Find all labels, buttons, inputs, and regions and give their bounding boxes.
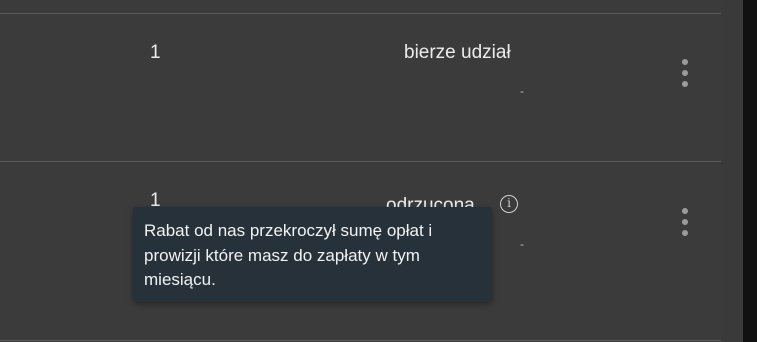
detail-cell: - — [520, 237, 524, 251]
kebab-menu-icon-dot — [682, 70, 688, 76]
detail-cell: - — [520, 84, 524, 98]
row-menu-button[interactable] — [678, 206, 692, 242]
kebab-menu-icon — [682, 208, 688, 214]
row-divider — [0, 340, 721, 341]
kebab-menu-icon-dot — [682, 230, 688, 236]
tooltip-text: Rabat od nas przekroczył sumę opłat i pr… — [144, 221, 433, 289]
kebab-menu-icon-dot — [682, 219, 688, 225]
row-menu-button[interactable] — [678, 57, 692, 93]
scrollbar-track[interactable] — [743, 0, 757, 342]
quantity-cell: 1 — [150, 42, 161, 63]
info-icon[interactable]: i — [500, 195, 518, 213]
info-tooltip: Rabat od nas przekroczył sumę opłat i pr… — [133, 207, 492, 302]
status-cell: bierze udział — [404, 42, 511, 63]
kebab-menu-icon — [682, 59, 688, 65]
table-row: 1 bierze udział - — [0, 14, 721, 162]
kebab-menu-icon-dot — [682, 81, 688, 87]
